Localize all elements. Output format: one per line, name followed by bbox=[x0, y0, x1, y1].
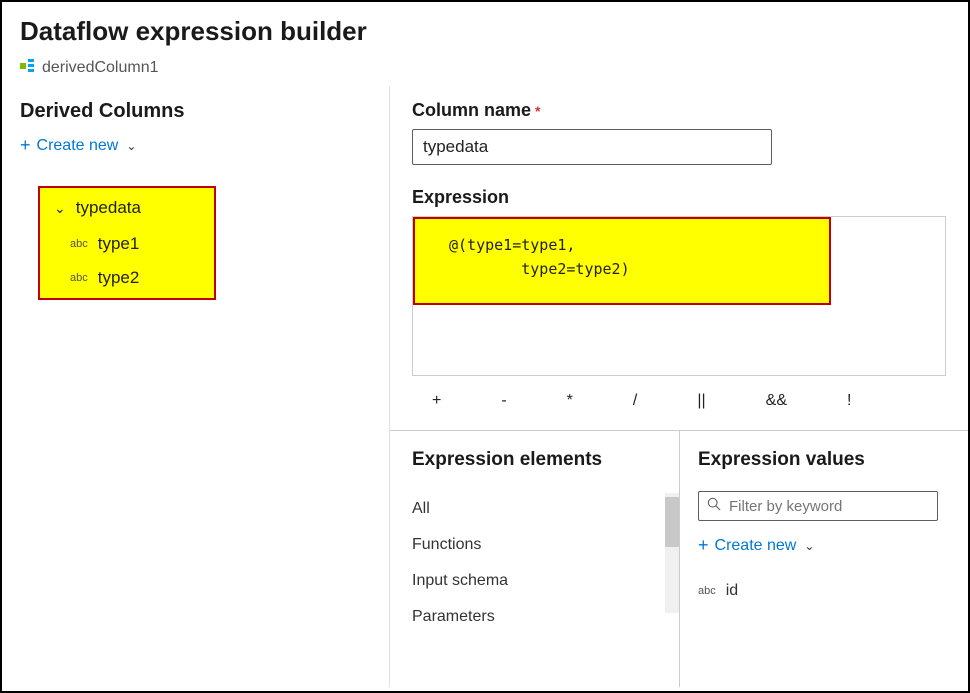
abc-type-icon: abc bbox=[70, 238, 88, 250]
value-item-label: id bbox=[726, 582, 738, 600]
derived-column-tree: ⌄ typedata abc type1 abc type2 bbox=[38, 186, 216, 300]
value-item-id[interactable]: abc id bbox=[698, 576, 946, 606]
page-title: Dataflow expression builder bbox=[20, 16, 950, 47]
tree-child-label: type2 bbox=[98, 268, 140, 288]
step-breadcrumb: derivedColumn1 bbox=[20, 57, 950, 78]
column-name-input[interactable] bbox=[412, 129, 772, 165]
op-or[interactable]: || bbox=[697, 392, 705, 410]
abc-type-icon: abc bbox=[698, 585, 716, 597]
plus-icon: + bbox=[698, 535, 709, 556]
plus-icon: + bbox=[20, 135, 31, 156]
abc-type-icon: abc bbox=[70, 272, 88, 284]
values-filter-input[interactable] bbox=[729, 498, 929, 515]
op-not[interactable]: ! bbox=[847, 392, 851, 410]
op-and[interactable]: && bbox=[766, 392, 787, 410]
search-icon bbox=[707, 497, 721, 515]
tree-child-type1[interactable]: abc type1 bbox=[48, 234, 206, 254]
chevron-down-icon: ⌄ bbox=[54, 200, 66, 217]
chevron-down-icon: ⌄ bbox=[804, 539, 814, 553]
op-divide[interactable]: / bbox=[633, 392, 637, 410]
op-plus[interactable]: + bbox=[432, 392, 441, 410]
op-multiply[interactable]: * bbox=[567, 392, 573, 410]
derived-column-icon bbox=[20, 57, 36, 78]
elements-item-input-schema[interactable]: Input schema bbox=[412, 563, 673, 599]
scrollbar-thumb[interactable] bbox=[665, 497, 679, 547]
elements-item-parameters[interactable]: Parameters bbox=[412, 599, 673, 635]
expression-elements-pane: Expression elements All Functions Input … bbox=[390, 431, 680, 687]
expression-editor-container: @(type1=type1, type2=type2) bbox=[412, 216, 946, 376]
create-new-value-label: Create new bbox=[715, 537, 797, 555]
expression-values-pane: Expression values + Create new ⌄ abc id bbox=[680, 431, 968, 687]
required-asterisk-icon: * bbox=[535, 103, 540, 119]
tree-parent-label: typedata bbox=[76, 198, 141, 218]
tree-parent-typedata[interactable]: ⌄ typedata bbox=[48, 198, 206, 218]
tree-child-label: type1 bbox=[98, 234, 140, 254]
expression-elements-heading: Expression elements bbox=[412, 449, 673, 471]
create-new-label: Create new bbox=[37, 137, 119, 155]
tree-child-type2[interactable]: abc type2 bbox=[48, 268, 206, 288]
expression-label: Expression bbox=[412, 187, 946, 208]
create-new-column-button[interactable]: + Create new ⌄ bbox=[20, 135, 371, 156]
elements-item-all[interactable]: All bbox=[412, 491, 673, 527]
elements-scrollbar[interactable] bbox=[665, 493, 679, 613]
derived-columns-heading: Derived Columns bbox=[20, 100, 371, 123]
step-name: derivedColumn1 bbox=[42, 59, 159, 77]
op-minus[interactable]: - bbox=[501, 392, 506, 410]
column-name-label: Column name * bbox=[412, 100, 946, 121]
expression-editor[interactable]: @(type1=type1, type2=type2) bbox=[413, 217, 831, 305]
chevron-down-icon: ⌄ bbox=[126, 139, 136, 153]
operator-bar: + - * / || && ! bbox=[390, 376, 968, 426]
elements-item-functions[interactable]: Functions bbox=[412, 527, 673, 563]
create-new-value-button[interactable]: + Create new ⌄ bbox=[698, 535, 946, 556]
values-filter-container[interactable] bbox=[698, 491, 938, 521]
expression-values-heading: Expression values bbox=[698, 449, 946, 471]
